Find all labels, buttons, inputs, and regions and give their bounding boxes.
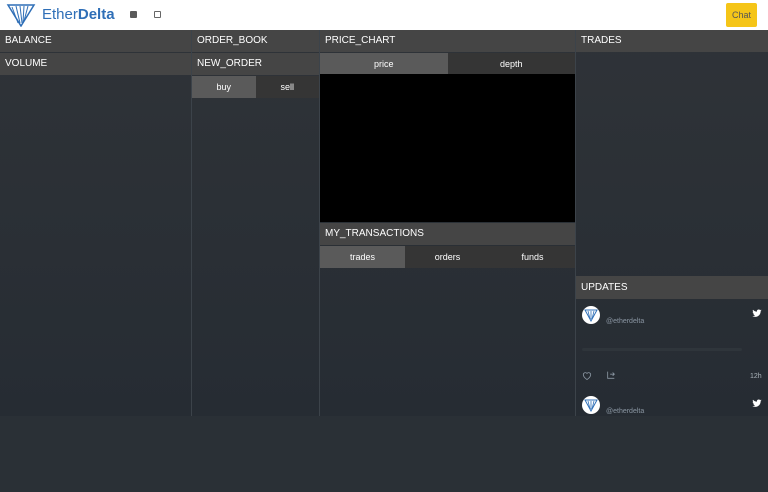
tab-orders[interactable]: orders <box>405 246 490 268</box>
tab-sell[interactable]: sell <box>255 76 319 98</box>
price-chart-canvas[interactable] <box>320 74 575 222</box>
twitter-icon[interactable] <box>752 399 762 408</box>
tab-depth[interactable]: depth <box>447 53 575 75</box>
updates-header: UPDATES <box>576 276 768 299</box>
update-item[interactable]: @etherdelta <box>576 396 768 492</box>
avatar[interactable] <box>582 396 600 414</box>
logo-text-bold: Delta <box>77 6 115 23</box>
chat-button[interactable]: Chat <box>726 3 757 27</box>
etherdelta-logo-icon[interactable] <box>6 3 36 27</box>
trades-header: TRADES <box>576 30 768 52</box>
update-item[interactable]: @etherdelta 12h <box>576 306 768 402</box>
tab-buy[interactable]: buy <box>192 76 256 98</box>
right-column: TRADES UPDATES @etherdelta 12h @etherdel… <box>576 30 768 416</box>
tweet-handle[interactable]: @etherdelta <box>606 408 644 415</box>
top-bar: EtherDelta Chat <box>0 0 768 30</box>
price-chart-tabs: price depth <box>320 53 575 75</box>
new-order-header: NEW_ORDER <box>192 53 319 75</box>
tab-trades[interactable]: trades <box>320 246 405 268</box>
outline-square-icon[interactable] <box>154 11 161 18</box>
my-transactions-header: MY_TRANSACTIONS <box>320 223 575 245</box>
chart-column: PRICE_CHART price depth MY_TRANSACTIONS … <box>320 30 576 416</box>
new-order-tabs: buy sell <box>192 76 319 98</box>
tab-price[interactable]: price <box>320 53 448 75</box>
etherdelta-avatar-icon <box>584 309 598 323</box>
order-column: ORDER_BOOK NEW_ORDER buy sell <box>192 30 320 416</box>
tab-funds[interactable]: funds <box>490 246 575 268</box>
heart-icon[interactable] <box>582 371 592 380</box>
my-transactions-tabs: trades orders funds <box>320 246 575 268</box>
logo-text-light: Ether <box>42 6 78 23</box>
filled-square-icon[interactable] <box>130 11 137 18</box>
share-icon[interactable] <box>606 370 616 380</box>
volume-header: VOLUME <box>0 53 191 75</box>
order-book-header: ORDER_BOOK <box>192 30 319 52</box>
balance-header: BALANCE <box>0 30 191 52</box>
price-chart-header: PRICE_CHART <box>320 30 575 52</box>
tweet-time: 12h <box>750 373 762 380</box>
tweet-body-placeholder <box>582 348 742 351</box>
left-column: BALANCE VOLUME <box>0 30 192 416</box>
avatar[interactable] <box>582 306 600 324</box>
logo-text[interactable]: EtherDelta <box>42 6 115 24</box>
twitter-icon[interactable] <box>752 309 762 318</box>
tweet-handle[interactable]: @etherdelta <box>606 318 644 325</box>
etherdelta-avatar-icon <box>584 399 598 413</box>
